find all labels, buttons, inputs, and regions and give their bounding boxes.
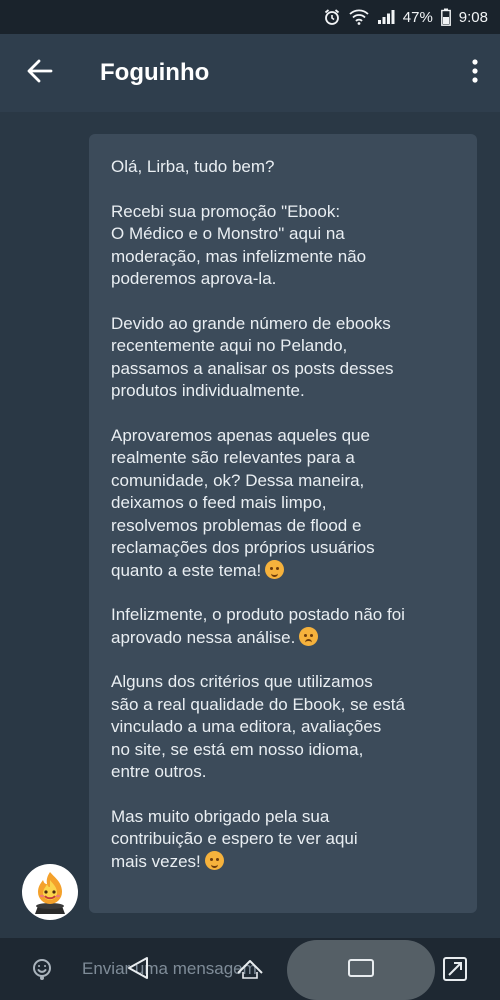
battery-icon: [440, 8, 451, 26]
nav-home-icon: [236, 960, 264, 985]
message-paragraph: Mas muito obrigado pela sua contribuição…: [111, 806, 457, 874]
avatar[interactable]: [22, 864, 78, 920]
message-text: Alguns dos critérios que utilizamos são …: [111, 672, 405, 781]
message-text: Infelizmente, o produto postado não foi …: [111, 605, 405, 647]
message-paragraph: Infelizmente, o produto postado não foi …: [111, 604, 457, 649]
message-paragraph: Recebi sua promoção "Ebook: O Médico e o…: [111, 201, 457, 291]
status-bar: 47% 9:08: [0, 0, 500, 34]
message-text: Olá, Lirba, tudo bem?: [111, 157, 275, 176]
message-paragraph: Alguns dos critérios que utilizamos são …: [111, 671, 457, 784]
overflow-menu-button[interactable]: [450, 34, 500, 112]
message-input[interactable]: [82, 958, 302, 980]
message-paragraph: Devido ao grande número de ebooks recent…: [111, 313, 457, 403]
message-paragraph: Olá, Lirba, tudo bem?: [111, 156, 457, 179]
battery-level: 47%: [402, 8, 433, 26]
message-text: Mas muito obrigado pela sua contribuição…: [111, 806, 358, 871]
message-list[interactable]: Olá, Lirba, tudo bem? Recebi sua promoção…: [0, 112, 500, 938]
grinning-emoji: [204, 850, 224, 870]
nav-back-button[interactable]: [125, 955, 151, 986]
clock: 9:08: [458, 8, 488, 26]
message-text: Aprovaremos apenas aqueles que realmente…: [111, 425, 375, 580]
nav-recents-icon: [347, 959, 375, 984]
rotate-icon: [440, 957, 470, 988]
back-button[interactable]: [0, 34, 80, 112]
nav-back-icon: [125, 957, 151, 985]
wifi-icon: [349, 9, 369, 25]
rotate-screen-button[interactable]: [440, 954, 470, 989]
signal-icon: [377, 9, 395, 25]
message-text: Devido ao grande número de ebooks recent…: [111, 313, 394, 401]
nav-recents-target[interactable]: [347, 956, 375, 985]
more-vertical-icon: [472, 58, 478, 88]
sticker-icon[interactable]: [30, 956, 56, 987]
smiling-emoji: [265, 559, 285, 579]
nav-home-button[interactable]: [236, 955, 264, 986]
message-text: Recebi sua promoção "Ebook: O Médico e o…: [111, 201, 367, 289]
arrow-left-icon: [27, 59, 53, 88]
message-bubble: Olá, Lirba, tudo bem? Recebi sua promoção…: [89, 134, 477, 913]
chat-title: Foguinho: [100, 59, 210, 86]
sad-emoji: [299, 626, 319, 646]
alarm-icon: [323, 8, 341, 26]
fire-mascot-icon: [35, 872, 65, 914]
chat-header: Foguinho: [0, 34, 500, 112]
message-paragraph: Aprovaremos apenas aqueles que realmente…: [111, 425, 457, 583]
